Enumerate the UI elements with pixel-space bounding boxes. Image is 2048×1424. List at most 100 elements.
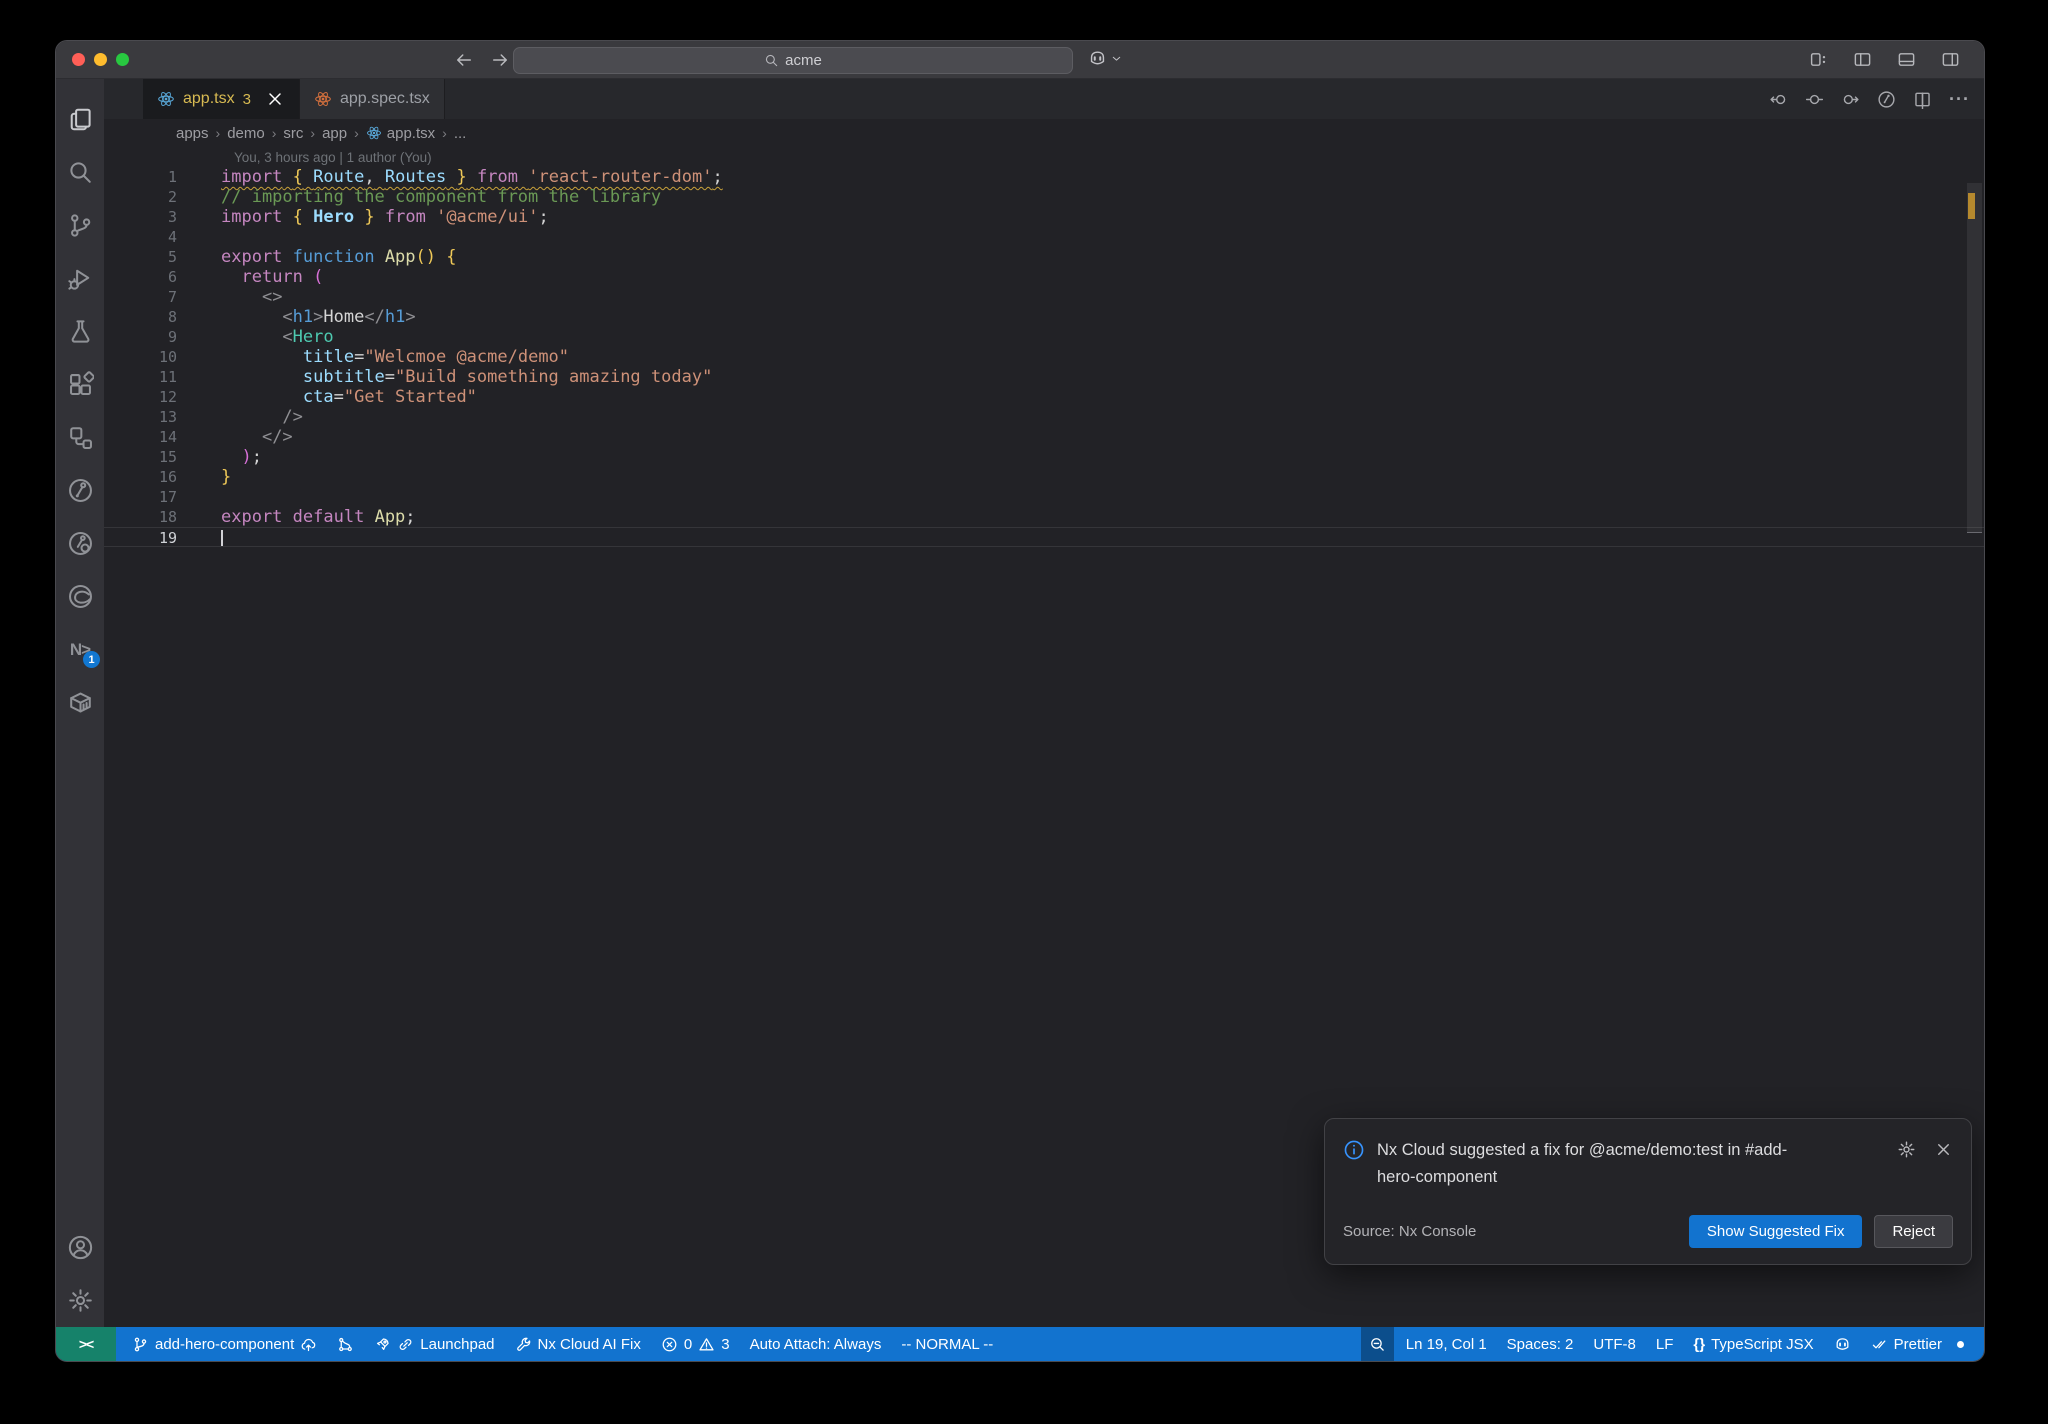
- minimize-window-button[interactable]: [94, 53, 107, 66]
- status-auto-attach[interactable]: Auto Attach: Always: [742, 1327, 890, 1361]
- code-line-17[interactable]: 17: [104, 487, 1984, 507]
- command-center-search[interactable]: acme: [513, 47, 1073, 74]
- code-line-12[interactable]: 12 cta="Get Started": [104, 387, 1984, 407]
- breadcrumb-item[interactable]: ...: [454, 125, 467, 142]
- breadcrumb-item[interactable]: app: [322, 125, 347, 142]
- overview-ruler-warning-mark: [1968, 193, 1975, 219]
- code-line-15[interactable]: 15 );: [104, 447, 1984, 467]
- code-line-14[interactable]: 14 </>: [104, 427, 1984, 447]
- code-line-5[interactable]: 5 export function App() {: [104, 247, 1984, 267]
- panel-left-icon[interactable]: [1853, 50, 1872, 69]
- run-circle-icon[interactable]: [1877, 90, 1896, 109]
- close-window-button[interactable]: [72, 53, 85, 66]
- sidebar-item-extensions[interactable]: [56, 358, 104, 411]
- tab-app-tsx[interactable]: app.tsx 3: [143, 79, 300, 119]
- status-notifications-bell[interactable]: [1954, 1327, 1970, 1361]
- notification-source: Source: Nx Console: [1343, 1223, 1477, 1240]
- show-suggested-fix-button[interactable]: Show Suggested Fix: [1688, 1215, 1863, 1248]
- editor[interactable]: You, 3 hours ago | 1 author (You) 1 impor…: [104, 147, 1984, 1327]
- status-encoding[interactable]: UTF-8: [1585, 1327, 1644, 1361]
- gear-icon: [67, 1287, 94, 1314]
- notification-settings-gear-icon[interactable]: [1897, 1140, 1916, 1159]
- code-line-19[interactable]: 19: [104, 527, 1984, 547]
- line-number: 4: [167, 228, 177, 246]
- tab-problems-badge: 3: [242, 90, 251, 108]
- reject-button[interactable]: Reject: [1874, 1215, 1953, 1248]
- branch-icon: [132, 1336, 149, 1353]
- nav-dot-circle-icon[interactable]: [1805, 90, 1824, 109]
- react-icon: [366, 125, 382, 141]
- sidebar-item-explorer[interactable]: [56, 93, 104, 146]
- nav-back-circle-icon[interactable]: [1769, 90, 1788, 109]
- status-launchpad[interactable]: Launchpad: [366, 1327, 502, 1361]
- status-zoom-indicator[interactable]: [1360, 1327, 1394, 1361]
- status-nx-cloud-ai-fix[interactable]: Nx Cloud AI Fix: [507, 1327, 649, 1361]
- code-line-4[interactable]: 4: [104, 227, 1984, 247]
- nav-forward-circle-icon[interactable]: [1841, 90, 1860, 109]
- copilot-icon: [1834, 1336, 1851, 1353]
- code-line-8[interactable]: 8 <h1>Home</h1>: [104, 307, 1984, 327]
- breadcrumb-item[interactable]: src: [283, 125, 303, 142]
- search-value: acme: [785, 52, 822, 69]
- code-line-18[interactable]: 18 export default App;: [104, 507, 1984, 527]
- layout-icon[interactable]: [1809, 50, 1828, 69]
- code-line-2[interactable]: 2// importing the component from the lib…: [104, 187, 1984, 207]
- sidebar-item-nx-console[interactable]: N> 1: [56, 623, 104, 676]
- code-line-16[interactable]: 16}: [104, 467, 1984, 487]
- sidebar-item-gitlens-inspect[interactable]: [56, 517, 104, 570]
- activity-badge: 1: [83, 651, 100, 668]
- status-indentation[interactable]: Spaces: 2: [1499, 1327, 1582, 1361]
- history-back-icon[interactable]: [454, 50, 474, 70]
- code-line-13[interactable]: 13 />: [104, 407, 1984, 427]
- status-remote-indicator[interactable]: ><: [56, 1327, 116, 1361]
- tab-app-spec-tsx[interactable]: app.spec.tsx: [299, 79, 445, 119]
- sidebar-item-search[interactable]: [56, 146, 104, 199]
- sidebar-item-references[interactable]: [56, 411, 104, 464]
- status-language-mode[interactable]: {} TypeScript JSX: [1685, 1327, 1821, 1361]
- code-line-9[interactable]: 9 <Hero: [104, 327, 1984, 347]
- status-eol[interactable]: LF: [1648, 1327, 1682, 1361]
- breadcrumb-separator: ›: [215, 125, 221, 141]
- sidebar-item-accounts[interactable]: [56, 1221, 104, 1274]
- code-line-10[interactable]: 10 title="Welcmoe @acme/demo": [104, 347, 1984, 367]
- ellipsis-icon[interactable]: ···: [1949, 89, 1970, 110]
- code-line-6[interactable]: 6 return (: [104, 267, 1984, 287]
- code-line-1[interactable]: 1 import { Route, Routes } from 'react-ro…: [104, 167, 1984, 187]
- panel-right-icon[interactable]: [1941, 50, 1960, 69]
- chevron-down-icon[interactable]: [1110, 52, 1123, 65]
- sidebar-item-testing[interactable]: [56, 305, 104, 358]
- scrollbar-thumb[interactable]: [1967, 183, 1982, 533]
- sidebar-item-gitlens[interactable]: [56, 464, 104, 517]
- status-copilot-status[interactable]: [1826, 1327, 1859, 1361]
- status-problems[interactable]: 03: [653, 1327, 738, 1361]
- code-line-11[interactable]: 11 subtitle="Build something amazing tod…: [104, 367, 1984, 387]
- line-number: 17: [158, 488, 177, 506]
- breadcrumb-item[interactable]: demo: [227, 125, 265, 142]
- split-editor-icon[interactable]: [1913, 90, 1932, 109]
- status-prettier[interactable]: Prettier: [1863, 1327, 1950, 1361]
- sidebar-item-edge-tools[interactable]: [56, 570, 104, 623]
- line-number: 16: [158, 468, 177, 486]
- sidebar-item-containers[interactable]: [56, 676, 104, 729]
- activity-bar: N> 1: [56, 79, 104, 1327]
- notification-close-icon[interactable]: [1934, 1140, 1953, 1159]
- sidebar-item-run-and-debug[interactable]: [56, 252, 104, 305]
- close-tab-icon[interactable]: [265, 89, 285, 109]
- breadcrumb-item[interactable]: apps: [176, 125, 209, 142]
- line-number: 15: [158, 448, 177, 466]
- status-vim-mode[interactable]: -- NORMAL --: [893, 1327, 1001, 1361]
- panel-bottom-icon[interactable]: [1897, 50, 1916, 69]
- maximize-window-button[interactable]: [116, 53, 129, 66]
- account-icon: [67, 1234, 94, 1261]
- status-cursor-position[interactable]: Ln 19, Col 1: [1398, 1327, 1495, 1361]
- tab-bar: app.tsx 3 app.spec.tsx ···: [104, 79, 1984, 119]
- sidebar-item-settings[interactable]: [56, 1274, 104, 1327]
- copilot-icon[interactable]: [1088, 49, 1107, 68]
- status-git-branch[interactable]: add-hero-component: [124, 1327, 325, 1361]
- status-gitlens-graph[interactable]: [329, 1327, 362, 1361]
- breadcrumb-item[interactable]: app.tsx: [366, 125, 435, 142]
- code-line-7[interactable]: 7 <>: [104, 287, 1984, 307]
- history-forward-icon[interactable]: [490, 50, 510, 70]
- sidebar-item-source-control[interactable]: [56, 199, 104, 252]
- code-line-3[interactable]: 3 import { Hero } from '@acme/ui';: [104, 207, 1984, 227]
